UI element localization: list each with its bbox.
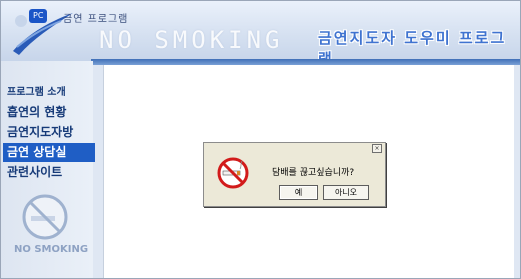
header-background-text: NO SMOKING <box>99 26 284 54</box>
sidebar-item-smoking-status[interactable]: 흡연의 현황 <box>7 103 93 122</box>
yes-button[interactable]: 예 <box>279 185 318 200</box>
header: PC 금연 프로그램 NO SMOKING 금연지도자 도우미 프로그램 <box>1 1 520 68</box>
confirm-dialog: × 담배를 끊고싶습니까? 예 아니오 <box>203 142 386 207</box>
dialog-titlebar <box>204 143 385 152</box>
app-window: PC 금연 프로그램 NO SMOKING 금연지도자 도우미 프로그램 프로그… <box>0 0 521 279</box>
brand-name: 금연 프로그램 <box>63 14 129 25</box>
no-smoking-icon <box>217 157 249 189</box>
sidebar-item-leader-room[interactable]: 금연지도자방 <box>7 123 93 142</box>
dialog-message: 담배를 끊고싶습니까? <box>272 168 355 178</box>
sidebar: 프로그램 소개 흡연의 현황 금연지도자방 금연 상담실 관련사이트 NO SM… <box>1 61 95 278</box>
close-icon[interactable]: × <box>372 144 382 153</box>
no-button[interactable]: 아니오 <box>323 185 369 200</box>
sidebar-item-counseling[interactable]: 금연 상담실 <box>3 143 95 162</box>
sidebar-item-related-sites[interactable]: 관련사이트 <box>7 163 93 182</box>
brand-badge: PC <box>29 9 48 23</box>
no-smoking-icon <box>22 194 68 240</box>
no-smoking-label: NO SMOKING <box>13 244 89 255</box>
sidebar-item-program-intro[interactable]: 프로그램 소개 <box>7 83 93 102</box>
